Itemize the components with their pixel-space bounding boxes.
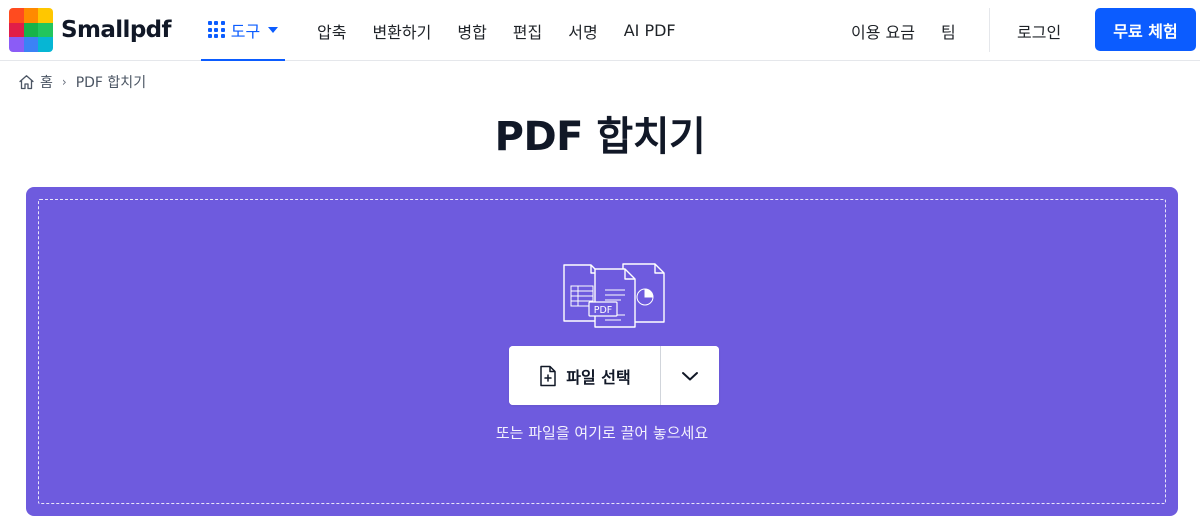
grid-icon bbox=[207, 21, 225, 38]
pdf-badge-label: PDF bbox=[594, 305, 613, 316]
brand-name: Smallpdf bbox=[61, 17, 172, 43]
top-navigation-bar: Smallpdf 도구 압축 변환하기 병합 편집 서명 AI PDF 이용 요… bbox=[0, 0, 1200, 61]
breadcrumb-home[interactable]: 홈 bbox=[40, 72, 53, 92]
team-nav-container: 팀 bbox=[941, 0, 956, 61]
home-icon[interactable] bbox=[18, 74, 35, 90]
logo-tile bbox=[9, 8, 24, 23]
header-divider bbox=[989, 8, 990, 52]
logo-tile bbox=[23, 37, 39, 52]
breadcrumb-current: PDF 합치기 bbox=[75, 75, 147, 91]
nav-merge[interactable]: 병합 bbox=[457, 19, 486, 43]
nav-compress[interactable]: 압축 bbox=[317, 19, 346, 43]
choose-file-label: 파일 선택 bbox=[566, 367, 631, 387]
smallpdf-logo[interactable]: Smallpdf bbox=[9, 8, 172, 52]
chevron-down-icon bbox=[682, 371, 698, 380]
login-nav-container: 로그인 bbox=[1017, 0, 1061, 61]
logo-tile bbox=[9, 37, 24, 52]
login-link[interactable]: 로그인 bbox=[1017, 19, 1061, 43]
logo-tile bbox=[23, 8, 39, 23]
nav-edit[interactable]: 편집 bbox=[513, 19, 542, 43]
tools-menu-button[interactable]: 도구 bbox=[201, 0, 285, 61]
documents-illustration-icon: PDF bbox=[563, 263, 665, 328]
pricing-nav-container: 이용 요금 bbox=[851, 0, 915, 61]
smallpdf-logo-mark-icon bbox=[9, 8, 53, 52]
drop-hint-text: 또는 파일을 여기로 끌어 놓으세요 bbox=[495, 424, 709, 442]
logo-tile bbox=[9, 22, 24, 38]
nav-sign[interactable]: 서명 bbox=[568, 19, 597, 43]
tools-label: 도구 bbox=[230, 21, 261, 41]
nav-team[interactable]: 팀 bbox=[941, 19, 956, 43]
file-dropzone[interactable]: PDF 파일 선택 또는 파일을 여기로 끌어 놓으세요 bbox=[26, 187, 1178, 516]
breadcrumb: 홈 › PDF 합치기 bbox=[18, 72, 146, 92]
nav-ai-pdf[interactable]: AI PDF bbox=[624, 21, 676, 40]
upload-source-dropdown-button[interactable] bbox=[661, 346, 719, 405]
logo-tile bbox=[38, 22, 53, 38]
logo-tile bbox=[38, 8, 53, 23]
dropzone-dashed-border: PDF 파일 선택 또는 파일을 여기로 끌어 놓으세요 bbox=[38, 199, 1166, 504]
breadcrumb-separator: › bbox=[61, 75, 67, 89]
nav-pricing[interactable]: 이용 요금 bbox=[851, 19, 915, 43]
logo-tile bbox=[23, 22, 39, 38]
choose-file-button[interactable]: 파일 선택 bbox=[509, 346, 660, 405]
nav-convert[interactable]: 변환하기 bbox=[372, 19, 431, 43]
add-file-icon bbox=[540, 365, 557, 386]
free-trial-button[interactable]: 무료 체험 bbox=[1095, 8, 1196, 51]
caret-down-icon bbox=[268, 26, 279, 33]
logo-tile bbox=[38, 37, 53, 52]
choose-file-button-group: 파일 선택 bbox=[509, 346, 719, 405]
tool-nav: 압축 변환하기 병합 편집 서명 AI PDF bbox=[317, 0, 676, 61]
page-title: PDF 합치기 bbox=[494, 114, 706, 160]
